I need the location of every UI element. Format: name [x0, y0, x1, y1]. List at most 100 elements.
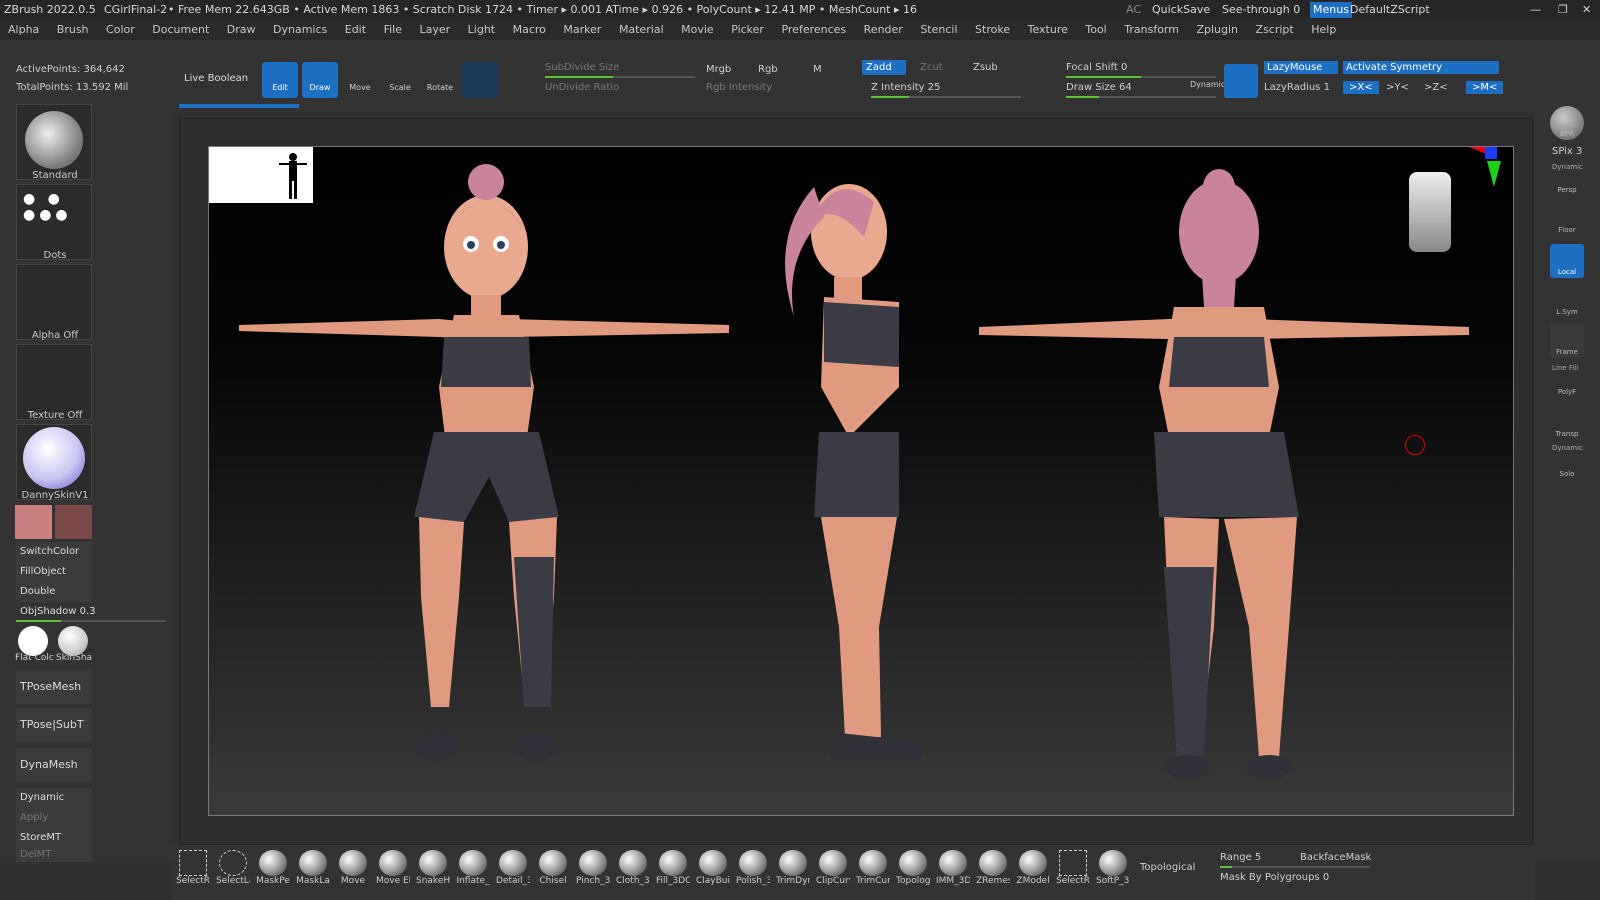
gizmo-button[interactable] — [462, 62, 498, 98]
texture-thumbnail[interactable]: Texture Off — [16, 344, 92, 421]
menu-macro[interactable]: Macro — [513, 23, 546, 36]
menu-alpha[interactable]: Alpha — [8, 23, 39, 36]
brush-claybuildup[interactable]: ClayBuil — [696, 850, 730, 890]
solo-button[interactable]: Solo — [1550, 446, 1584, 480]
objshadow-slider[interactable]: ObjShadow 0.3 — [16, 602, 166, 622]
apply-button[interactable]: Apply — [16, 808, 92, 828]
menu-transform[interactable]: Transform — [1124, 23, 1179, 36]
sym-x-button[interactable]: >X< — [1343, 81, 1379, 94]
mask-by-polygroups-slider[interactable]: Mask By Polygroups 0 — [1220, 872, 1329, 883]
edit-button[interactable]: Edit — [262, 62, 298, 98]
menu-material[interactable]: Material — [619, 23, 664, 36]
brush-masklasso[interactable]: MaskLa — [296, 850, 330, 890]
draw-size-slider[interactable]: Draw Size 64 — [1066, 82, 1132, 93]
menu-light[interactable]: Light — [468, 23, 495, 36]
z-intensity-slider[interactable]: Z Intensity 25 — [871, 82, 940, 93]
sym-m-button[interactable]: >M< — [1466, 81, 1504, 94]
lazy-radius-slider[interactable]: LazyRadius 1 — [1264, 82, 1330, 93]
fill-object-button[interactable]: FillObject — [16, 562, 92, 582]
brush-detail[interactable]: Detail_3 — [496, 850, 530, 890]
zadd-button[interactable]: Zadd — [862, 60, 906, 75]
m-button[interactable]: M — [813, 64, 822, 75]
brush-trimdynamic[interactable]: TrimDyr — [776, 850, 810, 890]
brush-selectlasso[interactable]: SelectLa — [216, 850, 250, 890]
sym-z-button[interactable]: >Z< — [1424, 82, 1448, 93]
menu-brush[interactable]: Brush — [57, 23, 89, 36]
brush-cloth[interactable]: Cloth_3I — [616, 850, 650, 890]
menu-picker[interactable]: Picker — [731, 23, 764, 36]
double-button[interactable]: Double — [16, 582, 92, 602]
skinshade-sphere-icon[interactable] — [58, 626, 88, 656]
local-button[interactable]: Local — [1550, 244, 1584, 278]
menu-texture[interactable]: Texture — [1028, 23, 1068, 36]
polyframe-icon[interactable] — [504, 62, 540, 98]
menu-marker[interactable]: Marker — [563, 23, 601, 36]
rgb-intensity-slider[interactable]: Rgb Intensity — [706, 82, 772, 93]
menu-document[interactable]: Document — [152, 23, 209, 36]
transp-button[interactable]: Transp — [1550, 406, 1584, 440]
brush-polish[interactable]: Polish_3 — [736, 850, 770, 890]
menu-color[interactable]: Color — [106, 23, 135, 36]
brush-pinch[interactable]: Pinch_3I — [576, 850, 610, 890]
brush-softpolish[interactable]: SoftP_3D — [1096, 850, 1130, 890]
brush-fill[interactable]: Fill_3DC — [656, 850, 690, 890]
brush-zremesher[interactable]: ZRemes — [976, 850, 1010, 890]
undivide-ratio-slider[interactable]: UnDivide Ratio — [545, 82, 619, 93]
storemt-button[interactable]: StoreMT — [16, 828, 92, 848]
menu-zplugin[interactable]: Zplugin — [1196, 23, 1238, 36]
brush-thumbnail[interactable]: Standard — [16, 104, 92, 181]
menu-tool[interactable]: Tool — [1085, 23, 1106, 36]
range-slider[interactable]: Range 5 — [1220, 852, 1261, 863]
lazymouse-button[interactable]: LazyMouse — [1264, 61, 1338, 74]
brush-chisel[interactable]: Chisel — [536, 850, 570, 890]
lazymouse-icon[interactable] — [1224, 64, 1258, 98]
brush-selectrect[interactable]: SelectRe — [176, 850, 210, 890]
material-thumbnail[interactable]: DannySkinV1 — [16, 424, 92, 501]
menu-preferences[interactable]: Preferences — [781, 23, 846, 36]
topological-button[interactable]: Topological — [1140, 862, 1195, 873]
rgb-button[interactable]: Rgb — [758, 64, 778, 75]
menus-button[interactable]: Menus — [1310, 2, 1352, 18]
menu-stencil[interactable]: Stencil — [920, 23, 957, 36]
tposemesh-button[interactable]: TPoseMesh — [16, 670, 92, 704]
mrgb-button[interactable]: Mrgb — [706, 64, 731, 75]
main-color-swatch[interactable] — [15, 505, 52, 539]
dynamic-button[interactable]: Dynamic — [16, 788, 92, 808]
activate-symmetry-button[interactable]: Activate Symmetry — [1343, 61, 1499, 74]
dynamesh-button[interactable]: DynaMesh — [16, 748, 92, 782]
quicksave-button[interactable]: QuickSave — [1152, 0, 1210, 20]
bpr-button[interactable]: BPR — [1550, 106, 1584, 140]
brush-maskpen[interactable]: MaskPe — [256, 850, 290, 890]
live-boolean-button[interactable]: Live Boolean — [184, 73, 248, 84]
see-through-slider[interactable]: See-through 0 — [1222, 0, 1300, 20]
subdivide-size-slider[interactable]: SubDivide Size — [545, 62, 619, 73]
tpose-subt-button[interactable]: TPose|SubT — [16, 708, 92, 742]
sym-y-button[interactable]: >Y< — [1386, 82, 1409, 93]
zscript-button[interactable]: DefaultZScript — [1350, 0, 1430, 20]
alpha-thumbnail[interactable]: Alpha Off — [16, 264, 92, 341]
lsym-button[interactable]: L.Sym — [1550, 284, 1584, 318]
menu-edit[interactable]: Edit — [345, 23, 366, 36]
brush-inflate[interactable]: Inflate_ — [456, 850, 490, 890]
menu-stroke[interactable]: Stroke — [975, 23, 1010, 36]
brush-move[interactable]: Move — [336, 850, 370, 890]
brush-clipcurve[interactable]: ClipCurv — [816, 850, 850, 890]
rotate-button[interactable]: Rotate — [422, 62, 458, 98]
menu-help[interactable]: Help — [1311, 23, 1336, 36]
brush-topology[interactable]: Topolog — [896, 850, 930, 890]
scale-button[interactable]: Scale — [382, 62, 418, 98]
maximize-icon[interactable]: ❐ — [1558, 0, 1568, 20]
focal-shift-slider[interactable]: Focal Shift 0 — [1066, 62, 1127, 73]
polyf-button[interactable]: PolyF — [1550, 364, 1584, 398]
stroke-thumbnail[interactable]: ● ● ●●● Dots — [16, 184, 92, 261]
menu-file[interactable]: File — [384, 23, 402, 36]
minimize-icon[interactable]: — — [1530, 0, 1541, 20]
draw-button[interactable]: Draw — [302, 62, 338, 98]
backface-mask-button[interactable]: BackfaceMask — [1300, 852, 1371, 863]
brush-selectrect-2[interactable]: SelectRe — [1056, 850, 1090, 890]
switch-color-button[interactable]: SwitchColor — [16, 542, 92, 562]
menu-dynamics[interactable]: Dynamics — [273, 23, 327, 36]
menu-render[interactable]: Render — [864, 23, 903, 36]
close-icon[interactable]: ✕ — [1582, 0, 1591, 20]
floor-button[interactable]: Floor — [1550, 202, 1584, 236]
